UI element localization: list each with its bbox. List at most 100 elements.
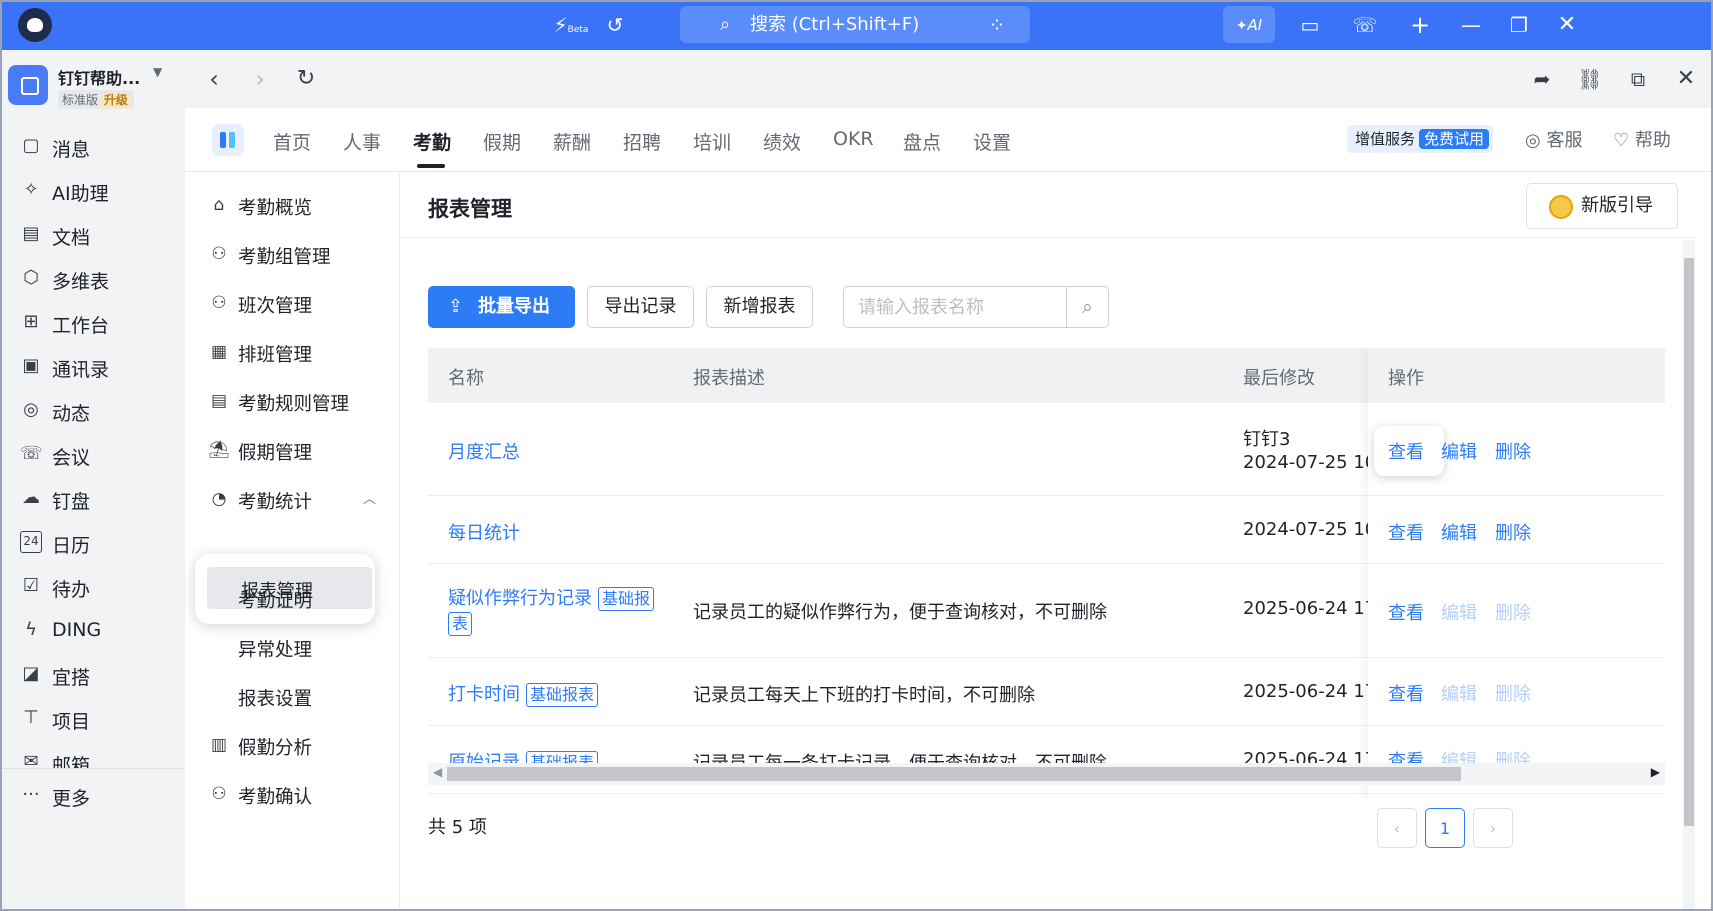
- forward-icon[interactable]: ›: [245, 64, 275, 94]
- global-search-input[interactable]: ⌕ 搜索 (Ctrl+Shift+F): [680, 6, 1030, 43]
- report-search-input[interactable]: [844, 287, 1066, 327]
- menu-item-statistics[interactable]: ◔ 考勤统计 ︿: [185, 477, 400, 521]
- menu-sub-item-exceptions[interactable]: 异常处理: [185, 625, 400, 669]
- rail-item-ding[interactable]: ϟ DING: [0, 610, 185, 650]
- open-window-icon[interactable]: ⧉: [1623, 64, 1653, 94]
- minimize-icon[interactable]: —: [1456, 11, 1486, 39]
- scroll-left-arrow-icon[interactable]: ◀: [433, 765, 442, 779]
- delete-link[interactable]: 删除: [1495, 519, 1531, 545]
- tab-okr[interactable]: OKR: [833, 128, 874, 150]
- rail-item-docs[interactable]: ▤ 文档: [0, 214, 185, 254]
- next-page-icon[interactable]: ›: [1473, 808, 1513, 848]
- rail-item-workbench[interactable]: ⊞ 工作台: [0, 302, 185, 342]
- export-records-button[interactable]: 导出记录: [587, 286, 694, 328]
- delete-link[interactable]: 删除: [1495, 438, 1531, 464]
- rail-item-mail[interactable]: ✉ 邮箱: [0, 742, 185, 768]
- rail-item-messages[interactable]: ▢ 消息: [0, 126, 185, 166]
- menu-item-label: 班次管理: [238, 296, 313, 317]
- tab-attendance[interactable]: 考勤: [413, 128, 451, 155]
- rail-item-calendar[interactable]: 24 日历: [0, 522, 185, 562]
- org-name: 钉钉帮助...: [58, 69, 141, 88]
- flash-beta-icon[interactable]: ⚡Beta: [553, 11, 589, 39]
- prev-page-icon[interactable]: ‹: [1377, 808, 1417, 848]
- new-guide-button[interactable]: 新版引导: [1526, 183, 1678, 229]
- customer-service-link[interactable]: ◎ 客服: [1525, 126, 1582, 152]
- link-icon[interactable]: ⛓: [1575, 64, 1605, 94]
- batch-export-button[interactable]: ⇪ 批量导出: [428, 286, 575, 328]
- menu-item-vacation[interactable]: ⛱ 假期管理: [185, 428, 400, 472]
- rail-item-label: 动态: [52, 403, 91, 425]
- call-icon[interactable]: ☏: [1350, 11, 1380, 39]
- rail-item-yida[interactable]: ◪ 宜搭: [0, 654, 185, 694]
- add-icon[interactable]: +: [1405, 11, 1435, 39]
- menu-item-schedule[interactable]: ▦ 排班管理: [185, 330, 400, 374]
- history-icon[interactable]: ↺: [600, 11, 630, 39]
- org-switcher[interactable]: 钉钉帮助... ▼ 标准版 升级: [8, 63, 178, 109]
- help-link[interactable]: ♡ 帮助: [1613, 126, 1671, 152]
- schedule-icon: ▦: [210, 342, 228, 362]
- value-added-service-button[interactable]: 增值服务 免费试用: [1347, 125, 1494, 153]
- tab-personnel[interactable]: 人事: [343, 128, 381, 155]
- view-link[interactable]: 查看: [1388, 519, 1424, 545]
- share-icon[interactable]: ➦: [1527, 64, 1557, 94]
- tab-recruit[interactable]: 招聘: [623, 128, 661, 155]
- ai-button[interactable]: ✦AI: [1223, 6, 1275, 43]
- left-rail: 钉钉帮助... ▼ 标准版 升级 ▢ 消息 ✧ AI助理 ▤ 文档 ⬡ 多维表 ⊞ 工作台…: [0, 50, 185, 911]
- vertical-scrollbar[interactable]: [1683, 240, 1695, 910]
- page-number-button[interactable]: 1: [1425, 808, 1465, 848]
- tab-salary[interactable]: 薪酬: [553, 128, 591, 155]
- menu-sub-item-certificate[interactable]: 考勤证明: [185, 576, 400, 620]
- edition-badge[interactable]: 标准版 升级: [58, 90, 134, 109]
- rail-item-meeting[interactable]: ☏ 会议: [0, 434, 185, 474]
- rail-item-more[interactable]: ··· 更多: [0, 775, 185, 815]
- rail-item-ai[interactable]: ✧ AI助理: [0, 170, 185, 210]
- dingtalk-logo-icon[interactable]: [18, 8, 52, 42]
- service-label: 客服: [1546, 130, 1583, 151]
- apps-grid-icon[interactable]: ⁘: [982, 11, 1012, 39]
- menu-item-analysis[interactable]: ▥ 假勤分析: [185, 723, 400, 767]
- back-icon[interactable]: ‹: [199, 64, 229, 94]
- menu-item-group[interactable]: ⚇ 考勤组管理: [185, 232, 400, 276]
- scroll-right-arrow-icon[interactable]: ▶: [1651, 765, 1660, 779]
- menu-item-rules[interactable]: ▤ 考勤规则管理: [185, 379, 400, 423]
- report-description: 记录员工每天上下班的打卡时间，不可删除: [693, 685, 1035, 706]
- rail-item-contacts[interactable]: ▣ 通讯录: [0, 346, 185, 386]
- close-tab-icon[interactable]: ✕: [1671, 64, 1701, 94]
- menu-item-confirm[interactable]: ⚇ 考勤确认: [185, 772, 400, 816]
- rail-item-activity[interactable]: ◎ 动态: [0, 390, 185, 430]
- add-report-button[interactable]: 新增报表: [706, 286, 813, 328]
- horizontal-scrollbar[interactable]: ◀ ▶: [428, 763, 1665, 785]
- report-name-link[interactable]: 疑似作弊行为记录 基础报: [448, 584, 655, 611]
- edit-link[interactable]: 编辑: [1441, 519, 1477, 545]
- report-name-link[interactable]: 每日统计: [448, 519, 520, 545]
- view-link[interactable]: 查看: [1388, 680, 1424, 706]
- refresh-icon[interactable]: ↻: [291, 64, 321, 94]
- menu-item-shift[interactable]: ⚇ 班次管理: [185, 281, 400, 325]
- tab-settings[interactable]: 设置: [973, 128, 1011, 155]
- rail-item-todo[interactable]: ☑ 待办: [0, 566, 185, 606]
- delete-link-disabled: 删除: [1495, 684, 1531, 705]
- tab-training[interactable]: 培训: [693, 128, 731, 155]
- menu-item-overview[interactable]: ⌂ 考勤概览: [185, 183, 400, 227]
- rail-item-drive[interactable]: ☁ 钉盘: [0, 478, 185, 518]
- rail-item-project[interactable]: ⊤ 项目: [0, 698, 185, 738]
- tab-leave[interactable]: 假期: [483, 128, 521, 155]
- tab-inventory[interactable]: 盘点: [903, 128, 941, 155]
- menu-item-label: 考勤概览: [238, 198, 313, 219]
- search-icon[interactable]: ⌕: [1066, 287, 1108, 327]
- close-window-icon[interactable]: ✕: [1552, 11, 1582, 39]
- vertical-scroll-thumb[interactable]: [1684, 258, 1694, 826]
- tab-home[interactable]: 首页: [273, 128, 311, 155]
- view-link[interactable]: 查看: [1388, 438, 1424, 464]
- report-name-link[interactable]: 打卡时间 基础报表: [448, 680, 599, 707]
- screen-share-icon[interactable]: ▭: [1295, 11, 1325, 39]
- view-link[interactable]: 查看: [1388, 599, 1424, 625]
- edit-link[interactable]: 编辑: [1441, 438, 1477, 464]
- menu-sub-item-report-settings[interactable]: 报表设置: [185, 674, 400, 718]
- rail-item-label: 项目: [52, 711, 91, 733]
- report-name-link[interactable]: 月度汇总: [448, 438, 520, 464]
- horizontal-scroll-thumb[interactable]: [447, 767, 1461, 781]
- tab-performance[interactable]: 绩效: [763, 128, 801, 155]
- rail-item-multitable[interactable]: ⬡ 多维表: [0, 258, 185, 298]
- restore-icon[interactable]: ❐: [1504, 11, 1534, 39]
